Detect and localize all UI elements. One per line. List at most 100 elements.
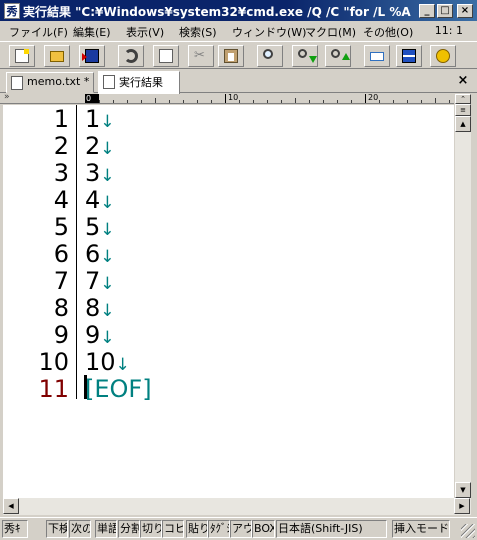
- text-line[interactable]: 1↓: [85, 106, 115, 135]
- text-line[interactable]: 9↓: [85, 322, 115, 351]
- open-button[interactable]: [44, 45, 70, 67]
- scroll-left-button[interactable]: ◀: [3, 498, 19, 514]
- menu-search[interactable]: 検索(S): [179, 24, 217, 40]
- scroll-right-button[interactable]: ▶: [454, 498, 470, 514]
- search-button[interactable]: [257, 45, 283, 67]
- search-up-button[interactable]: [325, 45, 351, 67]
- text-line[interactable]: 10↓: [85, 349, 130, 378]
- split-window-button[interactable]: [396, 45, 422, 67]
- tab-close-button[interactable]: ×: [455, 73, 471, 89]
- vertical-scrollbar[interactable]: ⌃ ≡ ▲ ▼: [454, 94, 471, 498]
- text-line[interactable]: 6↓: [85, 241, 115, 270]
- open-folder-icon: [50, 51, 64, 62]
- minimize-button[interactable]: _: [419, 4, 435, 18]
- status-box[interactable]: BOX: [252, 520, 275, 538]
- paste-button[interactable]: [218, 45, 244, 67]
- save-button[interactable]: [79, 45, 105, 67]
- split-window-icon: [402, 49, 416, 63]
- newline-mark: ↓: [100, 247, 115, 267]
- status-next[interactable]: 次の: [69, 520, 91, 538]
- status-insert-mode[interactable]: 挿入モード: [392, 520, 450, 538]
- scroll-up-button[interactable]: ▲: [455, 116, 471, 132]
- cut-icon: ✂: [194, 48, 205, 63]
- status-search-down[interactable]: 下検: [46, 520, 68, 538]
- search-down-icon: [298, 49, 317, 63]
- status-copy[interactable]: コピ: [162, 520, 184, 538]
- cut-button[interactable]: ✂: [188, 45, 214, 67]
- new-file-button[interactable]: [9, 45, 35, 67]
- horizontal-scrollbar[interactable]: ◀ ▶: [3, 498, 471, 515]
- line-number: 8: [53, 294, 69, 322]
- tab-label: memo.txt *: [27, 75, 90, 88]
- paste-icon: [224, 49, 238, 63]
- scroll-down-button[interactable]: ▼: [455, 482, 471, 498]
- search-icon: [263, 49, 273, 59]
- maximize-button[interactable]: □: [437, 4, 453, 18]
- menu-view[interactable]: 表示(V): [126, 24, 164, 40]
- ruler-tick: [323, 100, 324, 103]
- status-paste[interactable]: 貼り: [186, 520, 208, 538]
- menu-macro[interactable]: マクロ(M): [305, 24, 356, 40]
- line-text: 4: [85, 186, 101, 214]
- ruler-tick: [281, 100, 282, 103]
- search-up-icon: [331, 49, 350, 60]
- new-file-icon: [15, 49, 29, 63]
- copy-icon: [159, 49, 173, 63]
- ruler-tick: [365, 94, 366, 103]
- status-tag-jump[interactable]: ﾀｸﾞｼﾞ: [208, 520, 230, 538]
- grep-button[interactable]: [364, 45, 390, 67]
- text-line[interactable]: 4↓: [85, 187, 115, 216]
- ruler-tick: [169, 100, 170, 103]
- status-cut[interactable]: 切り: [140, 520, 162, 538]
- line-text: 5: [85, 213, 101, 241]
- undo-button[interactable]: [118, 45, 144, 67]
- scroll-top-bottom-button[interactable]: ≡: [455, 104, 471, 116]
- menu-file[interactable]: ファイル(F): [9, 24, 68, 40]
- copy-button[interactable]: [153, 45, 179, 67]
- title-bar[interactable]: 秀 実行結果 "C:¥Windows¥system32¥cmd.exe /Q /…: [0, 0, 477, 21]
- newline-mark: ↓: [100, 166, 115, 186]
- ruler-tick: [225, 94, 226, 103]
- menu-window[interactable]: ウィンドウ(W): [232, 24, 306, 40]
- menu-other[interactable]: その他(O): [363, 24, 413, 40]
- line-text: 9: [85, 321, 101, 349]
- close-button[interactable]: ×: [457, 4, 473, 18]
- line-text: 7: [85, 267, 101, 295]
- status-encoding[interactable]: 日本語(Shift-JIS): [276, 520, 387, 538]
- newline-mark: ↓: [100, 139, 115, 159]
- editor-area[interactable]: 1 2 3 4 5 6 7 8 9 10 11 1↓ 2↓ 3↓ 4↓ 5↓ 6↓ 7↓ 8↓ 9↓ 10↓ [EOF]: [3, 105, 454, 498]
- menu-edit[interactable]: 編集(E): [73, 24, 111, 40]
- ruler-tick: [99, 100, 100, 103]
- text-line[interactable]: 2↓: [85, 133, 115, 162]
- ruler-tick: [183, 100, 184, 103]
- status-bar: 秀ｷ 下検 次の 単語 分割 切り コピ 貼り ﾀｸﾞｼﾞ アウ BOX 日本語…: [0, 517, 477, 540]
- search-down-button[interactable]: [292, 45, 318, 67]
- status-outline[interactable]: アウ: [230, 520, 252, 538]
- status-hidemaru[interactable]: 秀ｷ: [2, 520, 28, 538]
- column-ruler[interactable]: » 0 10 20: [0, 94, 454, 104]
- cursor-position: 11: 1: [434, 24, 463, 37]
- ruler-tick: [211, 100, 212, 103]
- line-text: 1: [85, 105, 101, 133]
- eof-marker: [EOF]: [85, 375, 152, 403]
- hidemaru-icon[interactable]: 秀: [4, 3, 20, 19]
- status-split[interactable]: 分割: [118, 520, 140, 538]
- text-line[interactable]: 5↓: [85, 214, 115, 243]
- window-title: 実行結果 "C:¥Windows¥system32¥cmd.exe /Q /C …: [23, 5, 413, 19]
- text-line[interactable]: 8↓: [85, 295, 115, 324]
- newline-mark: ↓: [100, 193, 115, 213]
- tab-memo[interactable]: memo.txt *: [6, 72, 94, 93]
- line-text: 2: [85, 132, 101, 160]
- status-word[interactable]: 単語: [95, 520, 117, 538]
- text-line[interactable]: 3↓: [85, 160, 115, 189]
- ruler-tick: [85, 94, 86, 103]
- ruler-tick: [155, 98, 156, 103]
- tab-result[interactable]: 実行結果: [98, 71, 180, 94]
- save-icon: [82, 49, 99, 63]
- ruler-tick: [253, 100, 254, 103]
- help-button[interactable]: [430, 45, 456, 67]
- tab-label: 実行結果: [119, 76, 163, 89]
- scroll-up-small-button[interactable]: ⌃: [455, 94, 471, 104]
- resize-grip[interactable]: [461, 524, 475, 538]
- text-line[interactable]: 7↓: [85, 268, 115, 297]
